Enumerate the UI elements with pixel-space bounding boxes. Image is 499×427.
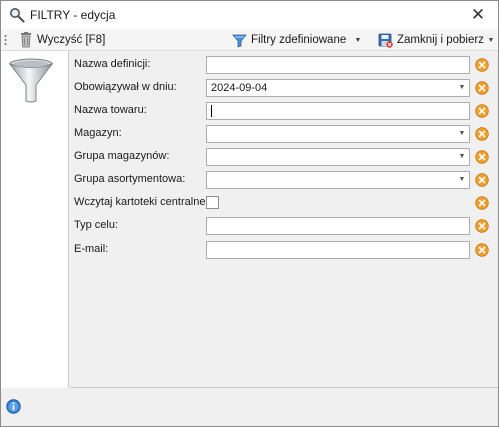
email-label: E-mail: <box>74 243 109 255</box>
row-target-type: Typ celu: <box>70 216 498 236</box>
target-type-label: Typ celu: <box>74 219 119 231</box>
filter-form: Nazwa definicji: Obowiązywał w dniu: ▼ N… <box>70 51 498 388</box>
assortment-group-input[interactable] <box>206 171 470 189</box>
magnifier-icon <box>10 8 25 23</box>
row-warehouse-group: Grupa magazynów: ▼ <box>70 147 498 167</box>
window-title: FILTRY - edycja <box>30 8 116 22</box>
load-central-records-checkbox[interactable] <box>206 196 219 209</box>
row-load-central-records: Wczytaj kartoteki centralne: <box>70 193 498 213</box>
warehouse-group-combo[interactable]: ▼ <box>206 148 470 166</box>
assortment-group-dropdown-icon[interactable]: ▼ <box>455 172 469 186</box>
load-central-records-label: Wczytaj kartoteki centralne: <box>74 196 209 208</box>
warehouse-group-dropdown-icon[interactable]: ▼ <box>455 149 469 163</box>
clear-target-type-icon[interactable] <box>475 219 489 233</box>
valid-on-date-combo[interactable]: ▼ <box>206 79 470 97</box>
filter-edit-window: FILTRY - edycja ✕ Wyczyść [F8] Filtry zd… <box>0 0 499 427</box>
clear-email-icon[interactable] <box>475 243 489 257</box>
content-area: Nazwa definicji: Obowiązywał w dniu: ▼ N… <box>1 51 498 388</box>
row-email: E-mail: <box>70 240 498 260</box>
valid-on-date-input[interactable] <box>206 79 470 97</box>
warehouse-group-label: Grupa magazynów: <box>74 150 170 162</box>
row-warehouse: Magazyn: ▼ <box>70 124 498 144</box>
definition-name-input[interactable] <box>206 56 470 74</box>
assortment-group-combo[interactable]: ▼ <box>206 171 470 189</box>
close-and-fetch-dropdown[interactable]: ▼ <box>486 30 496 50</box>
info-icon[interactable] <box>6 399 21 414</box>
clear-button[interactable]: Wyczyść [F8] <box>19 30 105 50</box>
left-pane <box>1 51 69 388</box>
save-close-icon <box>378 33 393 48</box>
toolbar-grip[interactable] <box>4 34 7 47</box>
funnel-icon <box>8 58 54 103</box>
clear-load-central-records-icon[interactable] <box>475 196 489 210</box>
toolbar: Wyczyść [F8] Filtry zdefiniowane ▼ Zamkn… <box>1 29 498 51</box>
clear-definition-name-icon[interactable] <box>475 58 489 72</box>
clear-valid-on-date-icon[interactable] <box>475 81 489 95</box>
filter-icon <box>232 34 247 48</box>
definition-name-label: Nazwa definicji: <box>74 58 151 70</box>
close-and-fetch-button[interactable]: Zamknij i pobierz <box>378 30 484 50</box>
trash-icon <box>21 32 31 48</box>
row-definition-name: Nazwa definicji: <box>70 55 498 75</box>
product-name-input[interactable] <box>206 102 470 120</box>
clear-button-label: Wyczyść [F8] <box>37 34 106 46</box>
predefined-filters-button[interactable]: Filtry zdefiniowane <box>232 30 346 50</box>
close-and-fetch-label: Zamknij i pobierz <box>397 34 484 46</box>
clear-product-name-icon[interactable] <box>475 104 489 118</box>
valid-on-date-dropdown-icon[interactable]: ▼ <box>455 80 469 94</box>
warehouse-group-input[interactable] <box>206 148 470 166</box>
text-caret <box>211 105 212 117</box>
clear-warehouse-icon[interactable] <box>475 127 489 141</box>
status-bar <box>1 388 498 426</box>
valid-on-date-label: Obowiązywał w dniu: <box>74 81 177 93</box>
predefined-filters-label: Filtry zdefiniowane <box>251 34 347 46</box>
assortment-group-label: Grupa asortymentowa: <box>74 173 186 185</box>
row-valid-on-date: Obowiązywał w dniu: ▼ <box>70 78 498 98</box>
product-name-label: Nazwa towaru: <box>74 104 147 116</box>
warehouse-input[interactable] <box>206 125 470 143</box>
target-type-input[interactable] <box>206 217 470 235</box>
close-button[interactable]: ✕ <box>458 1 498 29</box>
title-bar: FILTRY - edycja ✕ <box>1 1 498 29</box>
warehouse-dropdown-icon[interactable]: ▼ <box>455 126 469 140</box>
clear-warehouse-group-icon[interactable] <box>475 150 489 164</box>
row-assortment-group: Grupa asortymentowa: ▼ <box>70 170 498 190</box>
predefined-filters-dropdown[interactable]: ▼ <box>353 30 363 50</box>
warehouse-label: Magazyn: <box>74 127 122 139</box>
clear-assortment-group-icon[interactable] <box>475 173 489 187</box>
warehouse-combo[interactable]: ▼ <box>206 125 470 143</box>
email-input[interactable] <box>206 241 470 259</box>
row-product-name: Nazwa towaru: <box>70 101 498 121</box>
